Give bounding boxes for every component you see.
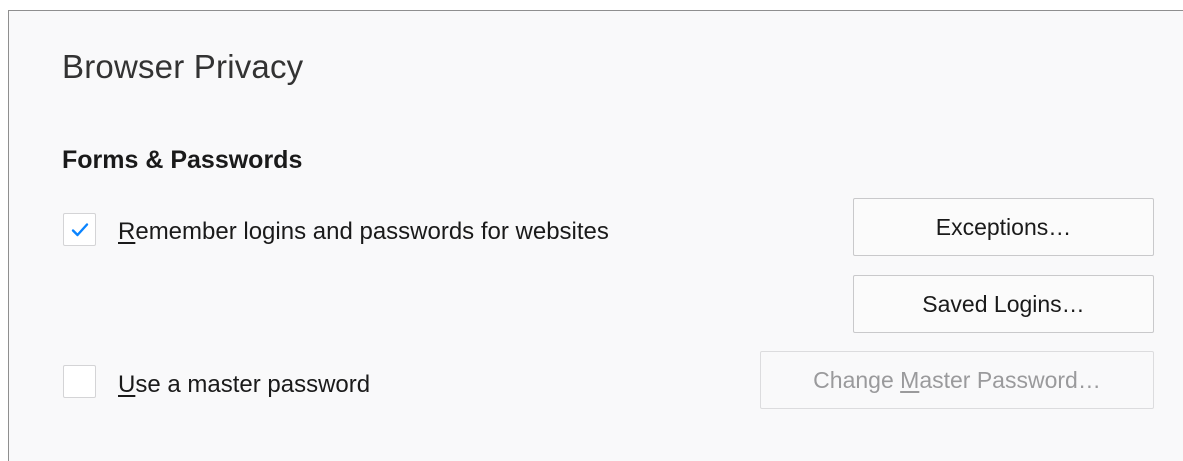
section-title-forms-passwords: Forms & Passwords bbox=[62, 146, 303, 174]
saved-logins-button[interactable]: Saved Logins… bbox=[853, 275, 1154, 333]
master-password-label[interactable]: Use a master password bbox=[118, 371, 370, 399]
saved-logins-button-label: Saved Logins… bbox=[922, 290, 1085, 317]
checkmark-icon bbox=[71, 223, 89, 237]
remember-logins-checkbox[interactable] bbox=[63, 213, 96, 246]
change-master-rest: aster Password… bbox=[919, 366, 1101, 393]
exceptions-button[interactable]: Exceptions… bbox=[853, 198, 1154, 256]
exceptions-button-label: Exceptions… bbox=[935, 213, 1072, 240]
preferences-pane: Browser Privacy Forms & Passwords Rememb… bbox=[8, 10, 1183, 461]
remember-logins-label[interactable]: Remember logins and passwords for websit… bbox=[118, 218, 609, 246]
master-password-label-text: se a master password bbox=[135, 371, 371, 398]
change-master-password-label: Change Master Password… bbox=[813, 367, 1101, 394]
master-password-accesskey: U bbox=[118, 371, 136, 398]
master-password-checkbox[interactable] bbox=[63, 365, 96, 398]
page-title: Browser Privacy bbox=[62, 48, 304, 85]
remember-logins-accesskey: R bbox=[118, 218, 136, 245]
change-master-password-button[interactable]: Change Master Password… bbox=[760, 351, 1154, 409]
change-master-prefix: Change bbox=[813, 366, 901, 393]
remember-logins-label-text: emember logins and passwords for website… bbox=[135, 218, 609, 245]
change-master-accesskey: M bbox=[900, 366, 920, 393]
